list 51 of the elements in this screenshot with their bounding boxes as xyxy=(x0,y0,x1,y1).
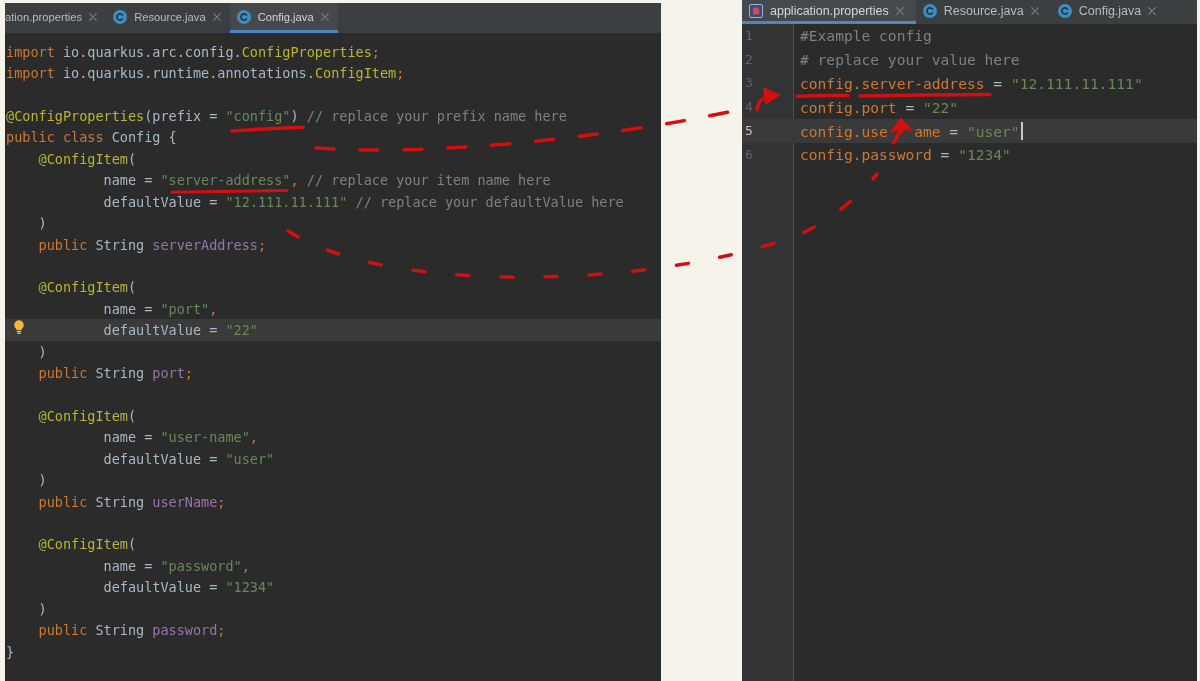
lightbulb-icon[interactable] xyxy=(14,320,24,335)
tab[interactable]: Resource.java xyxy=(106,3,230,33)
c-circle-icon xyxy=(236,9,251,24)
c-circle-icon xyxy=(1057,3,1072,18)
code-line: config.password = "1234" xyxy=(800,146,1011,164)
code-line: #Example config xyxy=(800,27,932,45)
code-line: config.use xyxy=(800,122,888,140)
code-line: name = "server-address", // replace your item name here xyxy=(103,172,551,189)
code-line: ) xyxy=(38,472,47,489)
code-line: defaultValue = "user" xyxy=(103,450,275,467)
tab[interactable]: ation.properties xyxy=(5,3,107,33)
close-icon[interactable] xyxy=(212,12,221,21)
code-line: public String port; xyxy=(38,365,193,382)
code-line: config.server-address = "12.111.11.111" xyxy=(800,75,1143,92)
code-line: config.port = "22" xyxy=(800,98,959,116)
tab[interactable]: Config.java xyxy=(229,3,338,33)
code-line: ame = "user" xyxy=(914,122,1020,140)
tab[interactable]: application.properties xyxy=(742,0,916,24)
close-icon[interactable] xyxy=(895,6,904,15)
code-line: public String userName; xyxy=(38,493,226,510)
code-line: name = "user-name", xyxy=(103,429,258,446)
code-line: import io.quarkus.runtime.annotations.ConfigItem; xyxy=(6,65,405,82)
close-icon[interactable] xyxy=(89,12,98,21)
close-icon[interactable] xyxy=(1148,6,1157,15)
code-line: @ConfigItem( xyxy=(38,536,137,553)
code-line: ) xyxy=(38,343,47,360)
code-line: name = "password", xyxy=(103,557,250,574)
code-line: public class Config { xyxy=(6,129,177,146)
close-icon[interactable] xyxy=(1030,6,1039,15)
code-line: ) xyxy=(38,600,47,617)
tab[interactable]: Resource.java xyxy=(915,0,1051,24)
tab[interactable]: Config.java xyxy=(1050,0,1169,24)
code-line: import io.quarkus.arc.config.ConfigProperties; xyxy=(6,43,380,60)
code-line: defaultValue = "1234" xyxy=(103,579,275,596)
c-circle-icon xyxy=(922,3,937,18)
code-line: name = "port", xyxy=(103,300,218,317)
c-circle-icon xyxy=(113,9,128,24)
close-icon[interactable] xyxy=(320,12,329,21)
file-icon xyxy=(749,3,763,18)
code-line: @ConfigItem( xyxy=(38,279,137,296)
code-line: @ConfigItem( xyxy=(38,407,137,424)
line-number: 5 xyxy=(745,123,753,140)
code-line: defaultValue = "12.111.11.111" // replace your defaultValue here xyxy=(103,193,624,210)
code-line: defaultValue = "22" xyxy=(103,322,258,339)
code-line: # replace your value here xyxy=(800,51,1020,69)
code-line: public String password; xyxy=(38,622,226,639)
code-line: } xyxy=(6,643,15,660)
code-line: ) xyxy=(38,215,47,232)
code-line: @ConfigItem( xyxy=(38,150,137,167)
code-line: @ConfigProperties(prefix = "config") // replace your prefix name here xyxy=(6,107,567,124)
code-line: public String serverAddress; xyxy=(38,236,267,253)
